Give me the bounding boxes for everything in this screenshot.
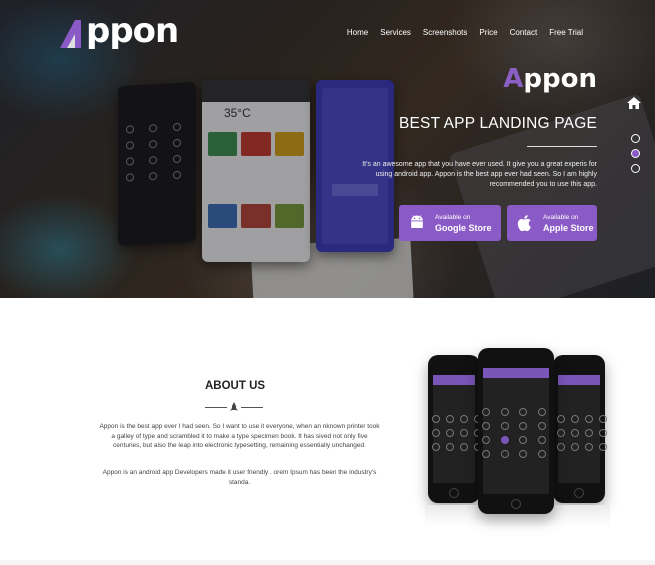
section-dot-1[interactable] xyxy=(631,134,640,143)
nav-item-home[interactable]: Home xyxy=(341,28,374,37)
about-title: ABOUT US xyxy=(205,380,266,392)
hero-divider xyxy=(527,146,597,147)
logo-text: ppon xyxy=(86,11,179,51)
hero-description: It's an awesome app that you have ever u… xyxy=(362,161,597,188)
nav-item-services[interactable]: Services xyxy=(374,28,417,37)
hero-subtitle: BEST APP LANDING PAGE xyxy=(398,115,597,132)
phone-image-left xyxy=(428,355,482,503)
section-dot-2[interactable] xyxy=(631,149,640,158)
section-dot-3[interactable] xyxy=(631,164,640,173)
home-icon[interactable] xyxy=(627,97,641,109)
android-icon xyxy=(411,215,423,228)
about-divider xyxy=(205,402,263,412)
hero-section: 35°C ppon Home Services Screenshots Pric… xyxy=(0,0,655,298)
nav-item-screenshots[interactable]: Screenshots xyxy=(417,28,473,37)
apple-icon xyxy=(517,215,531,232)
logo[interactable]: ppon xyxy=(58,11,179,51)
nav-item-free-trial[interactable]: Free Trial xyxy=(543,28,589,37)
section-dots xyxy=(631,134,640,173)
hero-title: Appon xyxy=(503,64,597,94)
google-store-button[interactable]: Available on Google Store xyxy=(399,205,501,241)
phone-image-center xyxy=(478,348,554,514)
about-paragraph-2: Appon is an android app Developers made … xyxy=(102,469,377,486)
apple-store-button[interactable]: Available on Apple Store xyxy=(507,205,597,241)
rocket-icon xyxy=(230,402,238,411)
nav-item-contact[interactable]: Contact xyxy=(504,28,544,37)
about-paragraph-1: Appon is the best app ever I had seen. S… xyxy=(99,423,380,449)
main-nav: Home Services Screenshots Price Contact … xyxy=(341,28,589,37)
nav-item-price[interactable]: Price xyxy=(473,28,503,37)
logo-mark xyxy=(58,18,88,48)
phone-image-right xyxy=(553,355,607,503)
